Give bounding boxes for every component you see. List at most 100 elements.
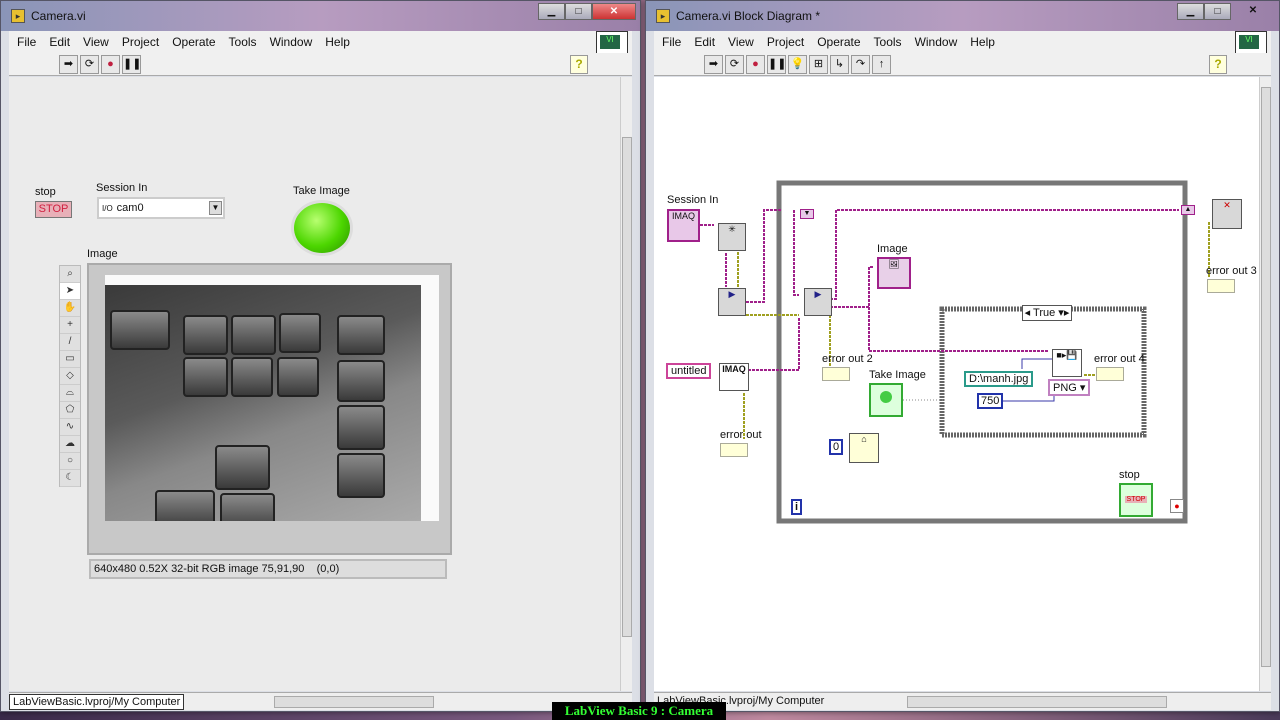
- menu-operate[interactable]: Operate: [817, 35, 860, 49]
- imaq-close-node[interactable]: ✕: [1212, 199, 1242, 229]
- session-in-terminal[interactable]: IMAQ: [667, 209, 700, 242]
- shift-register-right[interactable]: ▲: [1181, 205, 1195, 215]
- error-out-2-label: error out 2: [822, 353, 873, 365]
- step-out-icon[interactable]: ↑: [872, 54, 891, 74]
- error-out-4-label: error out 4: [1094, 353, 1145, 365]
- step-over-icon[interactable]: ↷: [851, 54, 870, 74]
- error-out-4-indicator[interactable]: [1096, 367, 1124, 381]
- video-caption: LabView Basic 9 : Camera: [552, 702, 726, 720]
- zoom-icon[interactable]: ⌕: [60, 266, 80, 283]
- menu-operate[interactable]: Operate: [172, 35, 215, 49]
- highlight-execution-icon[interactable]: 💡: [788, 54, 807, 74]
- close-button[interactable]: ✕: [592, 3, 636, 20]
- shift-register-left[interactable]: ▼: [800, 209, 814, 219]
- image-info-text: 640x480 0.52X 32-bit RGB image 75,91,90: [94, 563, 305, 575]
- freehand-region-icon[interactable]: ☁: [60, 436, 80, 453]
- run-icon[interactable]: ➡: [704, 54, 723, 74]
- wait-ms-metronome-icon[interactable]: ⌂: [849, 433, 879, 463]
- imaq-init-node[interactable]: ✳: [718, 223, 746, 251]
- help-icon[interactable]: ?: [1209, 55, 1227, 74]
- image-display[interactable]: [87, 263, 452, 555]
- rectangle-icon[interactable]: ▭: [60, 351, 80, 368]
- take-image-terminal[interactable]: [869, 383, 903, 417]
- quality-constant[interactable]: 750: [977, 393, 1004, 409]
- imaq-create-node[interactable]: IMAQ: [719, 363, 749, 391]
- menu-tools[interactable]: Tools: [229, 35, 257, 49]
- imaq-write-file-node[interactable]: ■▸💾: [1052, 349, 1082, 377]
- menu-edit[interactable]: Edit: [694, 35, 715, 49]
- minimize-button[interactable]: ▁: [1177, 3, 1204, 20]
- pan-hand-icon[interactable]: ✋: [60, 300, 80, 317]
- maximize-button[interactable]: □: [565, 3, 592, 20]
- broken-line-icon[interactable]: ☾: [60, 470, 80, 487]
- horizontal-scrollbar[interactable]: [837, 695, 1261, 708]
- image-tools-palette: ⌕ ➤ ✋ + / ▭ ◇ ⌓ ⬠ ∿ ☁ ○ ☾: [59, 265, 81, 487]
- line-icon[interactable]: /: [60, 334, 80, 351]
- imaq-grab-node[interactable]: ▶: [804, 288, 832, 316]
- menu-window[interactable]: Window: [270, 35, 313, 49]
- pause-icon[interactable]: ❚❚: [122, 54, 141, 74]
- menu-project[interactable]: Project: [767, 35, 804, 49]
- minimize-button[interactable]: ▁: [538, 3, 565, 20]
- stop-terminal[interactable]: STOP: [1119, 483, 1153, 517]
- menu-edit[interactable]: Edit: [49, 35, 70, 49]
- close-button[interactable]: ✕: [1231, 3, 1275, 20]
- rotated-rect-icon[interactable]: ◇: [60, 368, 80, 385]
- format-value: PNG: [1053, 382, 1077, 394]
- menu-tools[interactable]: Tools: [874, 35, 902, 49]
- vi-icon: ▸: [656, 9, 670, 23]
- untitled-constant[interactable]: untitled: [666, 363, 712, 379]
- freehand-icon[interactable]: ∿: [60, 419, 80, 436]
- stop-button[interactable]: STOP: [35, 201, 72, 218]
- io-icon: I/O: [102, 203, 113, 213]
- vertical-scrollbar[interactable]: [620, 77, 632, 691]
- abort-icon[interactable]: ●: [101, 54, 120, 74]
- error-out-indicator[interactable]: [720, 443, 748, 457]
- point-icon[interactable]: +: [60, 317, 80, 334]
- abort-icon[interactable]: ●: [746, 54, 765, 74]
- stop-label: stop: [35, 186, 56, 198]
- step-into-icon[interactable]: ↳: [830, 54, 849, 74]
- error-out-label: error out: [720, 429, 762, 441]
- case-selector[interactable]: ◂ True ▾▸: [1022, 305, 1072, 321]
- file-path-constant[interactable]: D:\manh.jpg: [964, 371, 1034, 387]
- oval-icon[interactable]: ○: [60, 453, 80, 470]
- menu-view[interactable]: View: [83, 35, 109, 49]
- menu-help[interactable]: Help: [325, 35, 350, 49]
- front-panel-window: ▸ Camera.vi ▁ □ ✕ File Edit View Project Opera…: [0, 0, 641, 712]
- loop-iteration-terminal: i: [791, 499, 803, 515]
- pointer-icon[interactable]: ➤: [60, 283, 80, 300]
- menu-file[interactable]: File: [17, 35, 36, 49]
- status-bar: LabViewBasic.lvproj/My Computer: [654, 692, 1271, 710]
- menu-project[interactable]: Project: [122, 35, 159, 49]
- polygon-icon[interactable]: ⬠: [60, 402, 80, 419]
- imaq-configure-grab-node[interactable]: ▶: [718, 288, 746, 316]
- menu-view[interactable]: View: [728, 35, 754, 49]
- chevron-down-icon[interactable]: ▼: [209, 201, 222, 215]
- pause-icon[interactable]: ❚❚: [767, 54, 786, 74]
- take-image-label: Take Image: [293, 185, 350, 197]
- maximize-button[interactable]: □: [1204, 3, 1231, 20]
- menu-help[interactable]: Help: [970, 35, 995, 49]
- help-icon[interactable]: ?: [570, 55, 588, 74]
- run-continuously-icon[interactable]: ⟳: [80, 54, 99, 74]
- run-icon[interactable]: ➡: [59, 54, 78, 74]
- retain-wire-values-icon[interactable]: ⊞: [809, 54, 828, 74]
- vertical-scrollbar[interactable]: [1259, 77, 1271, 691]
- image-display-terminal[interactable]: 🖼: [877, 257, 911, 289]
- menu-file[interactable]: File: [662, 35, 681, 49]
- wait-constant[interactable]: 0: [829, 439, 844, 455]
- session-in-label: Session In: [96, 182, 148, 194]
- window-title: Camera.vi: [31, 9, 86, 23]
- take-image-button[interactable]: [294, 203, 350, 253]
- menu-window[interactable]: Window: [915, 35, 958, 49]
- error-out-3-indicator[interactable]: [1207, 279, 1235, 293]
- toolbar: ➡ ⟳ ● ❚❚ ?: [9, 53, 632, 76]
- run-continuously-icon[interactable]: ⟳: [725, 54, 744, 74]
- error-out-3-label: error out 3: [1206, 265, 1257, 277]
- error-out-2-indicator[interactable]: [822, 367, 850, 381]
- session-in-label: Session In: [667, 194, 719, 206]
- session-in-select[interactable]: I/O cam0 ▼: [97, 197, 225, 219]
- format-select[interactable]: PNG ▾: [1048, 379, 1091, 396]
- annulus-icon[interactable]: ⌓: [60, 385, 80, 402]
